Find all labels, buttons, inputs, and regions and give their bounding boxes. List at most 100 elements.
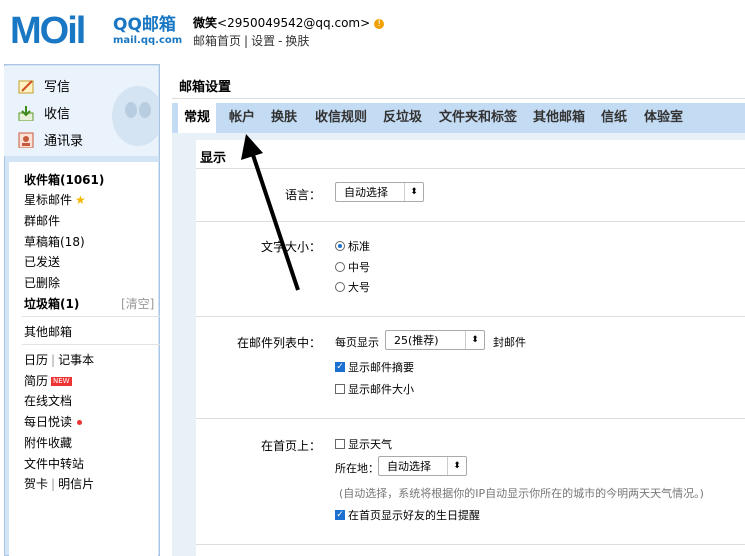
tab-other-mailbox[interactable]: 其他邮箱 [533, 103, 585, 133]
address-book-icon [18, 132, 34, 148]
font-size-standard-label: 标准 [348, 240, 370, 253]
link-notes[interactable]: 记事本 [58, 353, 94, 367]
star-icon: ★ [75, 193, 86, 207]
separator: | [244, 34, 249, 48]
user-name: 微笑 [193, 16, 218, 30]
birthday-checkbox[interactable]: ✓ 在首页显示好友的生日提醒 [335, 507, 480, 523]
tab-rules[interactable]: 收信规则 [315, 103, 367, 133]
link-daily[interactable]: 每日悦读 [24, 413, 83, 430]
link-docs[interactable]: 在线文档 [24, 392, 72, 409]
receive-button[interactable]: 收信 [18, 103, 70, 122]
location-select[interactable]: 自动选择 ⬍ [378, 456, 467, 476]
checkbox-checked-icon: ✓ [335, 362, 345, 372]
font-size-label: 文字大小： [260, 240, 321, 254]
alert-icon[interactable]: ! [374, 18, 385, 29]
logo-title: QQ邮箱 [113, 15, 176, 35]
link-settings[interactable]: 设置 [251, 34, 275, 48]
folder-other[interactable]: 其他邮箱 [24, 323, 72, 340]
folder-drafts[interactable]: 草稿箱(18) [24, 233, 85, 250]
write-button[interactable]: 写信 [18, 76, 70, 95]
home-page-label: 在首页上： [260, 439, 321, 453]
folder-inbox[interactable]: 收件箱(1061) [24, 171, 104, 188]
checkbox-checked-icon: ✓ [335, 510, 345, 520]
logo-text: QQ邮箱 mail.qq.com [113, 16, 182, 48]
link-attach[interactable]: 附件收藏 [24, 434, 72, 451]
checkbox-unchecked-icon [335, 384, 345, 394]
radio-checked-icon [335, 241, 345, 251]
header: MOil QQ邮箱 mail.qq.com 微笑<2950049542@qq.c… [0, 0, 745, 62]
link-calendar[interactable]: 日历 [24, 353, 48, 367]
language-label: 语言： [284, 188, 321, 202]
clear-spam-link[interactable]: [清空] [121, 295, 154, 312]
radio-unchecked-icon [335, 282, 345, 292]
divider [196, 221, 745, 222]
link-postcard[interactable]: 明信片 [58, 477, 94, 491]
chevron-updown-icon: ⬍ [404, 183, 423, 201]
tab-folders-labels[interactable]: 文件夹和标签 [439, 103, 517, 133]
folder-group[interactable]: 群邮件 [24, 212, 60, 229]
per-page-value: 25(推荐) [394, 334, 439, 347]
mail-list-label: 在邮件列表中： [236, 336, 321, 350]
font-size-medium-label: 中号 [348, 261, 370, 274]
show-summary-label: 显示邮件摘要 [348, 361, 414, 374]
daily-label: 每日悦读 [24, 415, 73, 429]
settings-header: 邮箱设置 [172, 64, 745, 99]
divider [196, 544, 745, 545]
per-page-select[interactable]: 25(推荐) ⬍ [385, 330, 485, 350]
write-label: 写信 [44, 80, 71, 95]
link-home[interactable]: 邮箱首页 [193, 34, 241, 48]
separator: - [278, 34, 283, 48]
divider [22, 316, 160, 317]
language-value: 自动选择 [344, 186, 388, 199]
divider [196, 316, 745, 317]
section-title: 显示 [200, 151, 227, 166]
location-label: 所在地： [335, 462, 379, 475]
user-email: <2950049542@qq.com> [217, 16, 371, 30]
folder-starred[interactable]: 星标邮件 ★ [24, 191, 86, 208]
folder-deleted[interactable]: 已删除 [24, 274, 60, 291]
font-size-large-label: 大号 [348, 281, 370, 294]
per-page-label: 每页显示 [335, 336, 379, 349]
per-page-unit: 封邮件 [493, 336, 526, 349]
tools-row-card: 贺卡 | 明信片 [24, 475, 94, 492]
unread-dot-icon [77, 420, 83, 425]
link-transfer[interactable]: 文件中转站 [24, 455, 84, 472]
weather-note: (自动选择，系统将根据你的IP自动显示你所在的城市的今明两天天气情况。) [339, 487, 704, 500]
show-size-label: 显示邮件大小 [348, 383, 414, 396]
header-links: 邮箱首页 | 设置 - 换肤 [193, 32, 309, 49]
logo-subtitle: mail.qq.com [113, 35, 183, 46]
folder-starred-label: 星标邮件 [24, 193, 73, 207]
font-size-standard[interactable]: 标准 [335, 238, 370, 254]
tools-row-calendar: 日历 | 记事本 [24, 351, 94, 368]
contacts-button[interactable]: 通讯录 [18, 130, 83, 149]
qq-mail-logo[interactable]: MOil QQ邮箱 mail.qq.com [10, 10, 182, 52]
divider [196, 418, 745, 419]
receive-label: 收信 [44, 107, 71, 122]
logo-mark: MOil [10, 10, 86, 52]
show-summary-checkbox[interactable]: ✓ 显示邮件摘要 [335, 359, 414, 375]
link-skin[interactable]: 换肤 [285, 34, 309, 48]
link-resume[interactable]: 简历 NEW [24, 372, 72, 389]
divider [22, 344, 160, 345]
tab-skin[interactable]: 换肤 [271, 103, 297, 133]
folder-sent[interactable]: 已发送 [24, 253, 60, 270]
tab-antispam[interactable]: 反垃圾 [383, 103, 422, 133]
separator: | [51, 477, 56, 491]
font-size-large[interactable]: 大号 [335, 279, 370, 295]
penguin-watermark-icon [112, 86, 158, 146]
show-weather-checkbox[interactable]: 显示天气 [335, 436, 392, 452]
tab-account[interactable]: 帐户 [229, 103, 255, 133]
font-size-medium[interactable]: 中号 [335, 259, 370, 275]
folder-spam[interactable]: 垃圾箱(1) [24, 295, 79, 312]
separator: | [51, 353, 56, 367]
user-info: 微笑<2950049542@qq.com>! [193, 14, 385, 31]
chevron-updown-icon: ⬍ [465, 331, 484, 349]
resume-label: 简历 [24, 374, 49, 388]
tab-general[interactable]: 常规 [178, 103, 217, 133]
show-size-checkbox[interactable]: 显示邮件大小 [335, 381, 414, 397]
link-card[interactable]: 贺卡 [24, 477, 48, 491]
language-select[interactable]: 自动选择 ⬍ [335, 182, 424, 202]
tab-lab[interactable]: 体验室 [644, 103, 683, 133]
inbox-download-icon [18, 105, 34, 121]
tab-stationery[interactable]: 信纸 [601, 103, 627, 133]
